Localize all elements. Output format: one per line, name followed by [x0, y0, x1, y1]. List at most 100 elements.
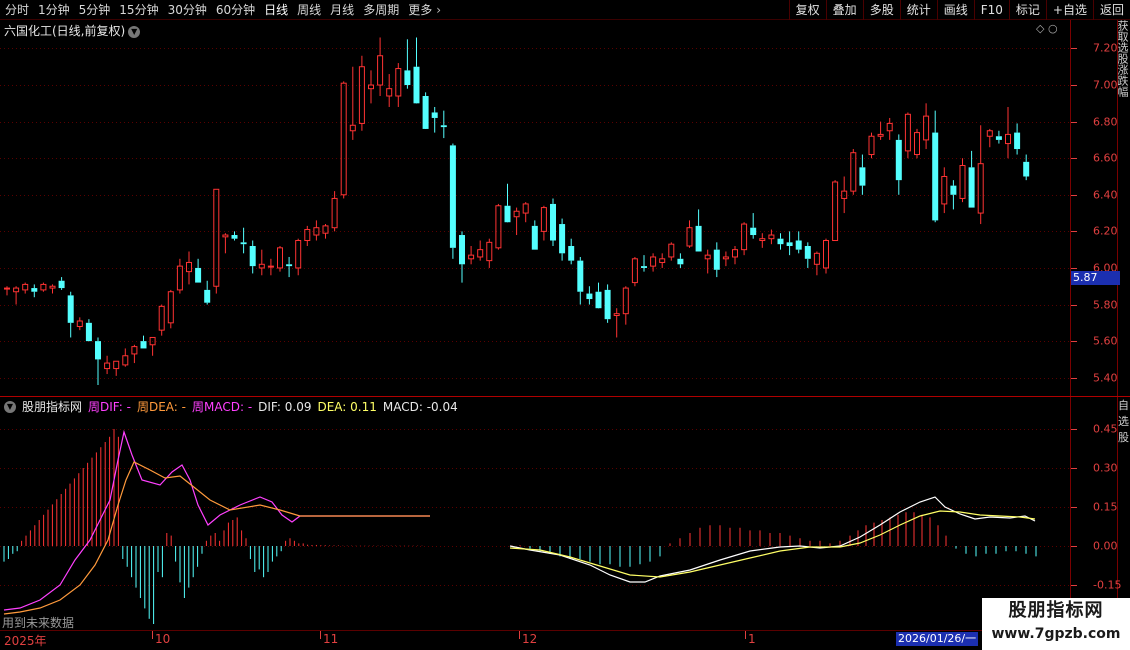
candle-body	[823, 240, 829, 269]
dif-label: DIF: 0.09	[258, 399, 312, 414]
candle-body	[777, 238, 784, 245]
candle-body	[950, 185, 957, 195]
candle-body	[995, 136, 1002, 140]
cursor-date-badge: 2026/01/26/一	[896, 632, 979, 646]
candle-body	[677, 258, 684, 265]
indicator-name[interactable]: 股朋指标网	[22, 398, 82, 415]
candle-body	[449, 145, 456, 248]
candle-body	[358, 66, 365, 124]
chart-canvas	[0, 20, 1130, 630]
price-tick-label: 7.20	[1093, 41, 1118, 55]
candle-body	[167, 291, 174, 324]
candle-body	[486, 241, 493, 262]
candle-body	[722, 256, 729, 260]
candle-body	[468, 254, 475, 260]
stock-title: 六国化工(日线,前复权) ▼	[4, 22, 141, 39]
chevron-down-icon[interactable]: ▼	[128, 25, 141, 38]
candle-body	[186, 261, 192, 273]
month-tick	[745, 631, 746, 639]
candle-body	[49, 285, 56, 289]
week-dea-line	[3, 461, 430, 615]
candle-body	[95, 341, 101, 360]
candle-body	[813, 252, 820, 265]
candle-body	[222, 234, 229, 238]
candle-body	[277, 247, 283, 269]
month-tick	[152, 631, 153, 639]
future-data-note: 用到未来数据	[2, 616, 75, 630]
candle-body	[122, 355, 129, 366]
indicator-tick-label: 0.30	[1093, 461, 1118, 475]
candle-body	[459, 235, 465, 265]
price-tick-label: 7.00	[1093, 78, 1118, 92]
candle-body	[1023, 161, 1030, 177]
candle-body	[850, 152, 857, 192]
date-axis: 2025年 10 11 12 1 2026/01/26/一	[0, 630, 1130, 650]
candle-body	[240, 242, 247, 245]
candle-body	[595, 291, 602, 309]
candle-body	[131, 346, 138, 355]
candle-body	[40, 283, 47, 291]
price-tick-label: 6.80	[1093, 115, 1118, 129]
candle-body	[550, 203, 556, 241]
candle-body	[522, 203, 529, 214]
candle-body	[440, 125, 447, 128]
candle-body	[176, 265, 183, 291]
candle-body	[58, 280, 65, 289]
candle-body	[413, 66, 420, 104]
candle-body	[641, 266, 647, 268]
candle-body	[113, 360, 120, 370]
circle-icon[interactable]: ○	[1048, 22, 1058, 35]
macd-label: MACD: -0.04	[382, 399, 458, 414]
candle-body	[540, 207, 547, 232]
candle-body	[1005, 133, 1011, 145]
candle-body	[914, 132, 920, 156]
candle-body	[786, 242, 793, 246]
month-label: 1	[748, 632, 756, 646]
candle-body	[631, 258, 638, 284]
candle-body	[650, 256, 657, 267]
candle-body	[668, 243, 675, 258]
candle-body	[859, 167, 866, 186]
candle-body	[395, 68, 402, 97]
candle-body	[741, 223, 748, 251]
candle-body	[4, 287, 10, 290]
candle-body	[986, 130, 993, 137]
candle-body	[577, 260, 584, 292]
candle-body	[267, 265, 274, 268]
price-axis: 7.20 7.00 6.80 6.60 6.40 6.20 6.00 5.80 5.60 5.40	[1071, 21, 1118, 396]
title-icons: ◇ ○	[1036, 22, 1058, 35]
right-side-panel-lower[interactable]: 自选股	[1118, 398, 1130, 630]
candle-body	[923, 115, 930, 141]
candle-body	[531, 225, 538, 250]
candle-body	[586, 293, 593, 300]
chevron-down-icon[interactable]: ▼	[4, 400, 16, 413]
candle-body	[686, 227, 693, 247]
candle-body	[195, 267, 202, 283]
candle-body	[768, 234, 775, 240]
month-label: 10	[155, 632, 171, 646]
candle-body	[377, 55, 384, 86]
candle-body	[613, 313, 620, 317]
candle-body	[750, 227, 757, 236]
candle-body	[659, 258, 666, 263]
candle-body	[504, 205, 511, 223]
week-dif-label: 周DIF: -	[88, 400, 131, 414]
candle-body	[158, 305, 165, 331]
candle-body	[895, 139, 902, 181]
price-tick-label: 5.60	[1093, 334, 1118, 348]
candle-body	[13, 287, 20, 293]
candle-body	[886, 122, 893, 132]
candle-body	[22, 283, 29, 291]
watermark: 股朋指标网 www.7gpzb.com	[982, 598, 1130, 650]
candle-body	[104, 362, 111, 370]
candle-body	[295, 240, 302, 269]
price-tick-label: 6.60	[1093, 151, 1118, 165]
diamond-icon[interactable]: ◇	[1036, 22, 1044, 35]
dea-label: DEA: 0.11	[317, 399, 377, 414]
candle-body	[249, 246, 256, 267]
candle-body	[331, 197, 338, 229]
right-side-panel[interactable]: 获取选股涨跌幅	[1118, 20, 1130, 396]
watermark-url: www.7gpzb.com	[991, 626, 1121, 642]
candle-body	[231, 235, 238, 239]
candle-body	[76, 320, 83, 327]
